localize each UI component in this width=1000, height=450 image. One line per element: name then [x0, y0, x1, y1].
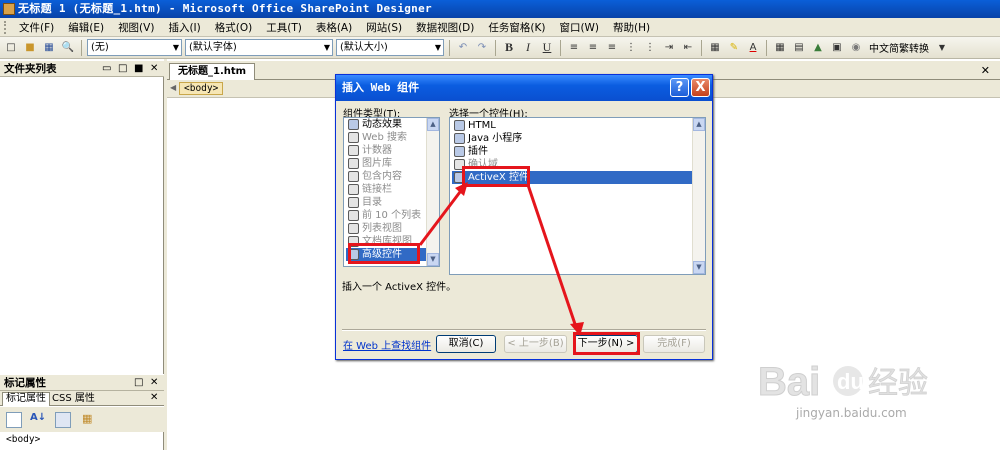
annotation-arrow-line — [526, 184, 579, 331]
svg-text:Bai: Bai — [758, 360, 820, 404]
baidu-watermark-logo: Bai du 经验 — [758, 357, 948, 408]
svg-text:du: du — [837, 369, 864, 394]
baidu-watermark-url: jingyan.baidu.com — [796, 406, 907, 420]
annotation-arrow-line — [418, 187, 465, 246]
annotation-arrowhead — [570, 322, 584, 336]
svg-text:经验: 经验 — [868, 366, 928, 401]
